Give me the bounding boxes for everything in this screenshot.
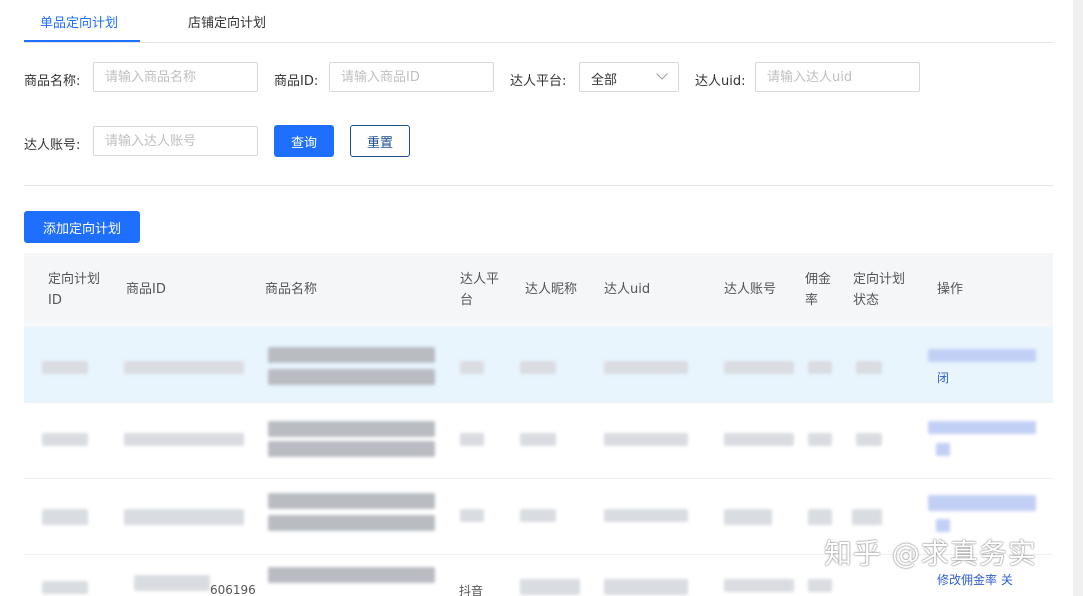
redacted-cell: [268, 421, 435, 437]
talent-uid-input[interactable]: [755, 62, 920, 92]
product-name-input[interactable]: [93, 62, 258, 92]
table-row[interactable]: 闭: [24, 327, 1053, 403]
redacted-cell: [460, 509, 484, 522]
redacted-cell: [724, 361, 794, 374]
plan-tabs: 单品定向计划 店铺定向计划: [24, 0, 1053, 43]
product-id-label: 商品ID:: [274, 74, 319, 89]
redacted-cell: [42, 581, 88, 594]
table-header: 定向计划 ID 商品ID 商品名称 达人平 台 达人昵称 达人uid 达人账号 …: [24, 253, 1053, 327]
talent-uid-label: 达人uid:: [695, 74, 746, 89]
col-actions: 操作: [937, 282, 964, 297]
redacted-cell: [268, 515, 435, 531]
col-plan-id: 定向计划 ID: [48, 272, 101, 308]
redacted-cell: [124, 361, 244, 374]
redacted-cell: [134, 575, 210, 591]
window-scrollbar[interactable]: [1073, 0, 1083, 596]
redacted-cell: [268, 369, 435, 385]
redacted-cell: [124, 433, 244, 446]
talent-account-input[interactable]: [93, 126, 258, 156]
row-action-edit-commission[interactable]: 修改佣金率 关: [937, 571, 1013, 588]
add-plan-button[interactable]: 添加定向计划: [24, 211, 140, 243]
product-id-input[interactable]: [329, 62, 494, 92]
platform-select[interactable]: 全部: [579, 62, 679, 92]
row-action-link[interactable]: [936, 443, 950, 456]
col-commission-rate: 佣金 率: [805, 272, 832, 308]
redacted-cell: [808, 509, 832, 525]
col-talent-nickname: 达人昵称: [525, 282, 578, 297]
redacted-cell: [520, 509, 556, 522]
watermark: 知乎 @求真务实: [824, 537, 1037, 570]
redacted-cell: [604, 361, 688, 374]
redacted-cell: [808, 579, 832, 592]
col-plan-status: 定向计划 状态: [853, 272, 906, 308]
redacted-cell: [268, 347, 435, 363]
col-talent-uid: 达人uid: [604, 282, 651, 297]
query-button[interactable]: 查询: [274, 125, 334, 157]
redacted-cell: [604, 509, 688, 522]
redacted-cell: [604, 579, 688, 595]
redacted-cell: [520, 579, 580, 595]
redacted-cell: [42, 509, 88, 525]
active-tab-indicator: [24, 40, 140, 42]
chevron-down-icon: [656, 68, 668, 80]
redacted-cell: [852, 509, 882, 525]
col-product-name: 商品名称: [265, 282, 318, 297]
redacted-cell: [724, 579, 794, 592]
col-talent-account: 达人账号: [724, 282, 777, 297]
col-product-id: 商品ID: [126, 282, 166, 297]
col-talent-platform: 达人平 台: [460, 272, 500, 308]
tab-shop-plan[interactable]: 店铺定向计划: [188, 12, 266, 31]
redacted-cell: [808, 433, 832, 446]
platform-label: 达人平台:: [510, 74, 567, 89]
product-name-label: 商品名称:: [24, 74, 81, 89]
tab-single-product-plan[interactable]: 单品定向计划: [40, 12, 118, 31]
platform-fragment: 抖音: [459, 584, 484, 596]
redacted-cell: [808, 361, 832, 374]
redacted-cell: [268, 441, 435, 457]
row-action-link[interactable]: [936, 519, 950, 532]
redacted-cell: [268, 567, 435, 583]
section-divider: [24, 185, 1053, 186]
redacted-cell: [724, 433, 794, 446]
redacted-cell: [520, 361, 556, 374]
redacted-cell: [124, 509, 244, 525]
redacted-cell: [856, 361, 882, 374]
row-action-link[interactable]: [928, 495, 1036, 511]
talent-account-label: 达人账号:: [24, 138, 81, 153]
redacted-cell: [604, 433, 688, 446]
redacted-cell: [460, 433, 484, 446]
row-action-link[interactable]: [928, 349, 1036, 362]
table-row[interactable]: [24, 403, 1053, 479]
redacted-cell: [520, 433, 556, 446]
redacted-cell: [42, 361, 88, 374]
reset-button[interactable]: 重置: [350, 125, 410, 157]
redacted-cell: [460, 361, 484, 374]
row-action-close[interactable]: 闭: [937, 369, 949, 386]
redacted-cell: [268, 493, 435, 509]
product-id-fragment: 606196: [210, 583, 256, 596]
platform-selected-value: 全部: [591, 73, 618, 88]
redacted-cell: [856, 433, 882, 446]
row-action-link[interactable]: [928, 421, 1036, 434]
redacted-cell: [724, 509, 772, 525]
redacted-cell: [42, 433, 88, 446]
